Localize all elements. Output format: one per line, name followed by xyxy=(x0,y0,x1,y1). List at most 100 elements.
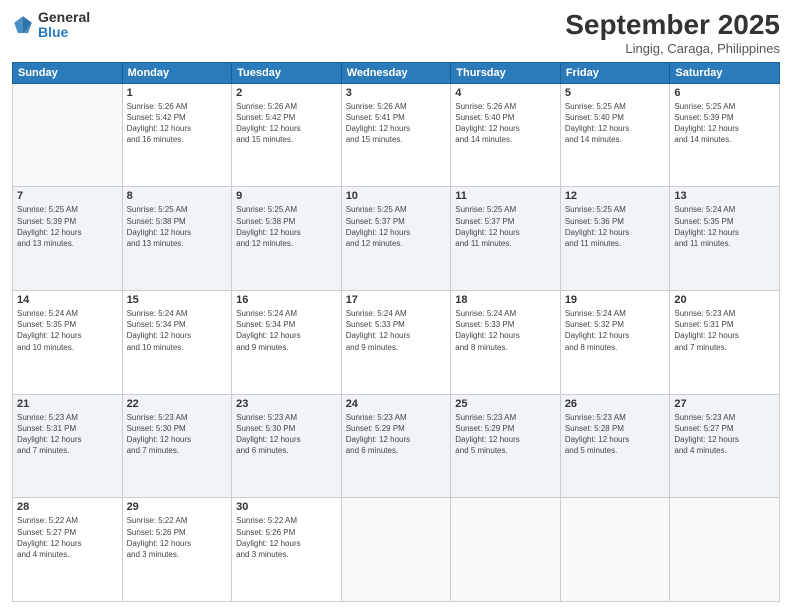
table-cell: 29 Sunrise: 5:22 AM Sunset: 5:26 PM Dayli… xyxy=(122,498,232,602)
table-cell xyxy=(560,498,670,602)
day-info: Sunrise: 5:23 AM Sunset: 5:30 PM Dayligh… xyxy=(236,412,337,457)
day-number: 13 xyxy=(674,190,775,202)
day-info: Sunrise: 5:24 AM Sunset: 5:35 PM Dayligh… xyxy=(674,204,775,249)
day-number: 16 xyxy=(236,294,337,306)
table-cell xyxy=(13,83,123,187)
table-cell: 9Sunrise: 5:25 AM Sunset: 5:38 PM Daylig… xyxy=(232,187,342,291)
header-wednesday: Wednesday xyxy=(341,62,451,83)
header-thursday: Thursday xyxy=(451,62,561,83)
table-cell xyxy=(451,498,561,602)
day-info: Sunrise: 5:24 AM Sunset: 5:34 PM Dayligh… xyxy=(236,308,337,353)
day-number: 14 xyxy=(17,294,118,306)
table-cell: 30 Sunrise: 5:22 AM Sunset: 5:26 PM Dayli… xyxy=(232,498,342,602)
table-cell: 13 Sunrise: 5:24 AM Sunset: 5:35 PM Dayli… xyxy=(670,187,780,291)
day-info: Sunrise: 5:25 AM Sunset: 5:37 PM Dayligh… xyxy=(346,204,447,249)
logo-blue-text: Blue xyxy=(38,25,90,40)
table-cell: 3Sunrise: 5:26 AM Sunset: 5:41 PM Daylig… xyxy=(341,83,451,187)
header: General Blue September 2025 Lingig, Cara… xyxy=(12,10,780,56)
table-cell: 1Sunrise: 5:26 AM Sunset: 5:42 PM Daylig… xyxy=(122,83,232,187)
table-cell: 19Sunrise: 5:24 AM Sunset: 5:32 PM Dayli… xyxy=(560,291,670,395)
day-info: Sunrise: 5:23 AM Sunset: 5:29 PM Dayligh… xyxy=(455,412,556,457)
calendar-title: September 2025 xyxy=(565,10,780,41)
day-number: 10 xyxy=(346,190,447,202)
week-row-2: 7 Sunrise: 5:25 AM Sunset: 5:39 PM Daylig… xyxy=(13,187,780,291)
day-number: 22 xyxy=(127,398,228,410)
table-cell: 4Sunrise: 5:26 AM Sunset: 5:40 PM Daylig… xyxy=(451,83,561,187)
table-cell: 24 Sunrise: 5:23 AM Sunset: 5:29 PM Dayli… xyxy=(341,394,451,498)
day-info: Sunrise: 5:25 AM Sunset: 5:39 PM Dayligh… xyxy=(674,101,775,146)
day-info: Sunrise: 5:26 AM Sunset: 5:42 PM Dayligh… xyxy=(127,101,228,146)
table-cell: 27 Sunrise: 5:23 AM Sunset: 5:27 PM Dayli… xyxy=(670,394,780,498)
table-cell xyxy=(341,498,451,602)
day-info: Sunrise: 5:22 AM Sunset: 5:26 PM Dayligh… xyxy=(236,515,337,560)
logo-general-text: General xyxy=(38,10,90,25)
day-number: 20 xyxy=(674,294,775,306)
day-info: Sunrise: 5:24 AM Sunset: 5:33 PM Dayligh… xyxy=(455,308,556,353)
day-number: 12 xyxy=(565,190,666,202)
weekday-header-row: Sunday Monday Tuesday Wednesday Thursday… xyxy=(13,62,780,83)
table-cell: 2Sunrise: 5:26 AM Sunset: 5:42 PM Daylig… xyxy=(232,83,342,187)
day-number: 23 xyxy=(236,398,337,410)
day-info: Sunrise: 5:25 AM Sunset: 5:38 PM Dayligh… xyxy=(127,204,228,249)
day-info: Sunrise: 5:23 AM Sunset: 5:27 PM Dayligh… xyxy=(674,412,775,457)
day-number: 18 xyxy=(455,294,556,306)
table-cell: 11 Sunrise: 5:25 AM Sunset: 5:37 PM Dayli… xyxy=(451,187,561,291)
day-number: 29 xyxy=(127,501,228,513)
header-monday: Monday xyxy=(122,62,232,83)
day-number: 6 xyxy=(674,87,775,99)
table-cell: 18 Sunrise: 5:24 AM Sunset: 5:33 PM Dayli… xyxy=(451,291,561,395)
day-info: Sunrise: 5:22 AM Sunset: 5:26 PM Dayligh… xyxy=(127,515,228,560)
table-cell: 20Sunrise: 5:23 AM Sunset: 5:31 PM Dayli… xyxy=(670,291,780,395)
table-cell: 21 Sunrise: 5:23 AM Sunset: 5:31 PM Dayli… xyxy=(13,394,123,498)
day-info: Sunrise: 5:25 AM Sunset: 5:37 PM Dayligh… xyxy=(455,204,556,249)
table-cell: 28Sunrise: 5:22 AM Sunset: 5:27 PM Dayli… xyxy=(13,498,123,602)
day-number: 25 xyxy=(455,398,556,410)
week-row-3: 14 Sunrise: 5:24 AM Sunset: 5:35 PM Dayli… xyxy=(13,291,780,395)
day-number: 27 xyxy=(674,398,775,410)
day-info: Sunrise: 5:24 AM Sunset: 5:35 PM Dayligh… xyxy=(17,308,118,353)
day-number: 7 xyxy=(17,190,118,202)
calendar-table: Sunday Monday Tuesday Wednesday Thursday… xyxy=(12,62,780,602)
day-number: 15 xyxy=(127,294,228,306)
day-info: Sunrise: 5:24 AM Sunset: 5:32 PM Dayligh… xyxy=(565,308,666,353)
table-cell: 22 Sunrise: 5:23 AM Sunset: 5:30 PM Dayli… xyxy=(122,394,232,498)
day-number: 4 xyxy=(455,87,556,99)
table-cell: 23 Sunrise: 5:23 AM Sunset: 5:30 PM Dayli… xyxy=(232,394,342,498)
day-number: 2 xyxy=(236,87,337,99)
table-cell: 26Sunrise: 5:23 AM Sunset: 5:28 PM Dayli… xyxy=(560,394,670,498)
day-number: 11 xyxy=(455,190,556,202)
day-number: 5 xyxy=(565,87,666,99)
table-cell: 17Sunrise: 5:24 AM Sunset: 5:33 PM Dayli… xyxy=(341,291,451,395)
day-number: 26 xyxy=(565,398,666,410)
header-friday: Friday xyxy=(560,62,670,83)
day-info: Sunrise: 5:25 AM Sunset: 5:39 PM Dayligh… xyxy=(17,204,118,249)
day-info: Sunrise: 5:24 AM Sunset: 5:34 PM Dayligh… xyxy=(127,308,228,353)
day-number: 8 xyxy=(127,190,228,202)
day-info: Sunrise: 5:23 AM Sunset: 5:30 PM Dayligh… xyxy=(127,412,228,457)
day-info: Sunrise: 5:24 AM Sunset: 5:33 PM Dayligh… xyxy=(346,308,447,353)
day-info: Sunrise: 5:25 AM Sunset: 5:36 PM Dayligh… xyxy=(565,204,666,249)
day-number: 24 xyxy=(346,398,447,410)
table-cell: 16 Sunrise: 5:24 AM Sunset: 5:34 PM Dayli… xyxy=(232,291,342,395)
day-info: Sunrise: 5:23 AM Sunset: 5:31 PM Dayligh… xyxy=(17,412,118,457)
table-cell: 6 Sunrise: 5:25 AM Sunset: 5:39 PM Daylig… xyxy=(670,83,780,187)
table-cell: 15 Sunrise: 5:24 AM Sunset: 5:34 PM Dayli… xyxy=(122,291,232,395)
logo: General Blue xyxy=(12,10,90,41)
header-tuesday: Tuesday xyxy=(232,62,342,83)
day-info: Sunrise: 5:26 AM Sunset: 5:41 PM Dayligh… xyxy=(346,101,447,146)
day-number: 28 xyxy=(17,501,118,513)
table-cell: 8 Sunrise: 5:25 AM Sunset: 5:38 PM Daylig… xyxy=(122,187,232,291)
page: General Blue September 2025 Lingig, Cara… xyxy=(0,0,792,612)
day-number: 21 xyxy=(17,398,118,410)
day-number: 9 xyxy=(236,190,337,202)
week-row-5: 28Sunrise: 5:22 AM Sunset: 5:27 PM Dayli… xyxy=(13,498,780,602)
table-cell: 7 Sunrise: 5:25 AM Sunset: 5:39 PM Daylig… xyxy=(13,187,123,291)
header-right: September 2025 Lingig, Caraga, Philippin… xyxy=(565,10,780,56)
calendar-subtitle: Lingig, Caraga, Philippines xyxy=(565,41,780,56)
day-info: Sunrise: 5:23 AM Sunset: 5:29 PM Dayligh… xyxy=(346,412,447,457)
week-row-1: 1Sunrise: 5:26 AM Sunset: 5:42 PM Daylig… xyxy=(13,83,780,187)
week-row-4: 21 Sunrise: 5:23 AM Sunset: 5:31 PM Dayli… xyxy=(13,394,780,498)
day-number: 30 xyxy=(236,501,337,513)
table-cell: 25 Sunrise: 5:23 AM Sunset: 5:29 PM Dayli… xyxy=(451,394,561,498)
logo-text: General Blue xyxy=(38,10,90,41)
